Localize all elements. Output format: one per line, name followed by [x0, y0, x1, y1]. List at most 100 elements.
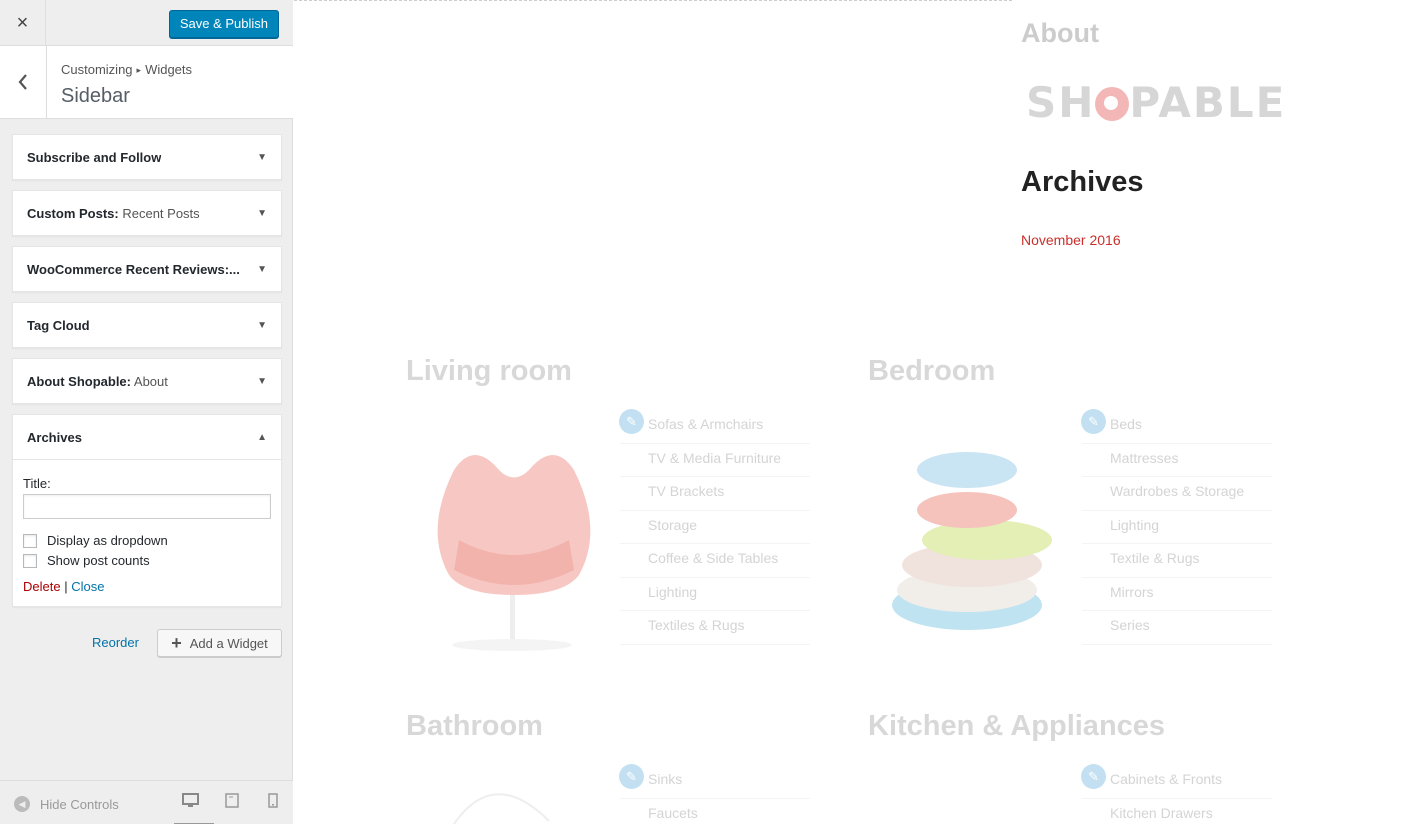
back-button[interactable]	[0, 46, 47, 118]
list-item[interactable]: Wardrobes & Storage	[1082, 477, 1272, 511]
list-item[interactable]: Series	[1082, 611, 1272, 645]
breadcrumb: Customizing ▸ Widgets	[61, 62, 192, 77]
widget-title: WooCommerce Recent Reviews:...	[27, 261, 240, 277]
post-counts-checkbox[interactable]	[23, 553, 37, 568]
section-title: Sidebar	[61, 85, 130, 107]
desktop-preview-icon[interactable]	[174, 793, 214, 824]
kitchen-list: ✎ Cabinets & Fronts Kitchen Drawers	[1081, 764, 1272, 824]
category-title-bedroom: Bedroom	[868, 355, 996, 387]
widget-woocommerce-reviews: WooCommerce Recent Reviews:... ▼	[12, 246, 282, 292]
widget-header[interactable]: Custom Posts: Recent Posts ▼	[13, 191, 281, 235]
breadcrumb-customizing: Customizing	[61, 62, 133, 77]
action-separator: |	[60, 579, 72, 594]
widget-custom-posts: Custom Posts: Recent Posts ▼	[12, 190, 282, 236]
chevron-left-icon	[18, 74, 27, 90]
list-item[interactable]: Coffee & Side Tables	[620, 544, 810, 578]
site-preview: About SH PABLE Archives November 2016 Liv…	[294, 0, 1411, 824]
category-title-living-room: Living room	[406, 355, 572, 387]
collapse-icon: ◀	[14, 796, 30, 812]
pencil-icon[interactable]: ✎	[1081, 764, 1106, 789]
breadcrumb-separator-icon: ▸	[136, 65, 142, 75]
logo-dot-icon	[1095, 87, 1130, 121]
list-item[interactable]: Lighting	[620, 578, 810, 611]
about-widget-title: About	[1021, 18, 1099, 48]
list-item[interactable]: Storage	[620, 511, 810, 544]
triangle-down-icon[interactable]: ▼	[257, 152, 267, 163]
reorder-link[interactable]: Reorder	[92, 635, 139, 650]
list-item[interactable]: Mirrors	[1082, 578, 1272, 611]
customizer-footer: ◀ Hide Controls	[0, 780, 293, 824]
widget-header[interactable]: WooCommerce Recent Reviews:... ▼	[13, 247, 281, 291]
widget-subscribe-follow: Subscribe and Follow ▼	[12, 134, 282, 180]
post-counts-checkbox-label: Show post counts	[47, 553, 150, 568]
triangle-down-icon[interactable]: ▼	[257, 208, 267, 219]
widget-subtitle: Recent Posts	[118, 205, 200, 221]
delete-link[interactable]: Delete	[23, 579, 61, 594]
list-item[interactable]: Textiles & Rugs	[620, 611, 810, 645]
widget-title: Archives	[27, 429, 82, 445]
widget-header[interactable]: Archives ▲	[13, 415, 281, 459]
breadcrumb-widgets: Widgets	[145, 62, 193, 77]
plus-icon: +	[171, 632, 182, 653]
list-item[interactable]: ✎ Sofas & Armchairs	[619, 409, 810, 444]
category-title-kitchen: Kitchen & Appliances	[868, 710, 1166, 742]
category-title-bathroom: Bathroom	[406, 710, 543, 742]
triangle-down-icon[interactable]: ▼	[257, 376, 267, 387]
pencil-icon[interactable]: ✎	[1081, 409, 1106, 434]
customizer-sidebar: × Save & Publish Customizing ▸ Widgets Sid…	[0, 0, 293, 824]
widget-archives: Archives ▲ Title: Display as dropdown Sh…	[12, 414, 282, 607]
add-widget-label: Add a Widget	[189, 635, 268, 651]
list-item[interactable]: Lighting	[1082, 511, 1272, 544]
widget-header[interactable]: Subscribe and Follow ▼	[13, 135, 281, 179]
pencil-icon[interactable]: ✎	[619, 409, 644, 434]
list-item[interactable]: Kitchen Drawers	[1082, 799, 1272, 824]
widget-subtitle: About	[131, 373, 168, 389]
widget-actions: Delete | Close	[23, 579, 271, 594]
post-counts-option[interactable]: Show post counts	[23, 553, 271, 568]
widget-title: About Shopable:	[27, 373, 131, 389]
list-item[interactable]: Textile & Rugs	[1082, 544, 1272, 578]
archive-link[interactable]: November 2016	[1021, 232, 1121, 248]
customizer-header: × Save & Publish	[0, 0, 293, 46]
close-link[interactable]: Close	[71, 579, 104, 594]
list-item[interactable]: ✎ Beds	[1081, 409, 1272, 444]
list-item[interactable]: Mattresses	[1082, 444, 1272, 477]
pillows-image	[892, 440, 1062, 653]
widget-form: Title: Display as dropdown Show post cou…	[13, 459, 281, 606]
living-room-list: ✎ Sofas & Armchairs TV & Media Furniture …	[619, 409, 810, 645]
widget-header[interactable]: Tag Cloud ▼	[13, 303, 281, 347]
list-item[interactable]: ✎ Cabinets & Fronts	[1081, 764, 1272, 799]
widget-about-shopable: About Shopable: About ▼	[12, 358, 282, 404]
triangle-down-icon[interactable]: ▼	[257, 320, 267, 331]
widget-header[interactable]: About Shopable: About ▼	[13, 359, 281, 403]
save-publish-button[interactable]: Save & Publish	[168, 10, 279, 38]
list-item[interactable]: ✎ Sinks	[619, 764, 810, 799]
close-icon: ×	[16, 11, 29, 34]
add-widget-button[interactable]: + Add a Widget	[157, 629, 282, 657]
title-label: Title:	[23, 476, 51, 491]
mobile-preview-icon[interactable]	[268, 793, 278, 811]
widget-tag-cloud: Tag Cloud ▼	[12, 302, 282, 348]
tablet-preview-icon[interactable]	[225, 793, 239, 811]
list-item[interactable]: TV & Media Furniture	[620, 444, 810, 477]
triangle-down-icon[interactable]: ▼	[257, 264, 267, 275]
triangle-up-icon[interactable]: ▲	[257, 432, 267, 443]
dropdown-checkbox[interactable]	[23, 533, 37, 548]
bedroom-list: ✎ Beds Mattresses Wardrobes & Storage Lig…	[1081, 409, 1272, 645]
list-item[interactable]: Faucets	[620, 799, 810, 824]
list-item[interactable]: TV Brackets	[620, 477, 810, 511]
top-divider	[294, 0, 1012, 1]
hide-controls-label: Hide Controls	[40, 796, 119, 812]
sink-image	[444, 776, 564, 824]
close-customizer-button[interactable]: ×	[0, 0, 46, 46]
bathroom-list: ✎ Sinks Faucets	[619, 764, 810, 824]
widget-title: Custom Posts:	[27, 205, 119, 221]
dropdown-checkbox-label: Display as dropdown	[47, 533, 168, 548]
dropdown-option[interactable]: Display as dropdown	[23, 533, 271, 548]
title-input[interactable]	[23, 494, 271, 519]
shopable-logo: SH PABLE	[1026, 78, 1287, 127]
hide-controls-button[interactable]: ◀ Hide Controls	[14, 796, 119, 812]
armchair-image	[414, 440, 614, 658]
pencil-icon[interactable]: ✎	[619, 764, 644, 789]
archives-widget-title: Archives	[1021, 166, 1144, 198]
